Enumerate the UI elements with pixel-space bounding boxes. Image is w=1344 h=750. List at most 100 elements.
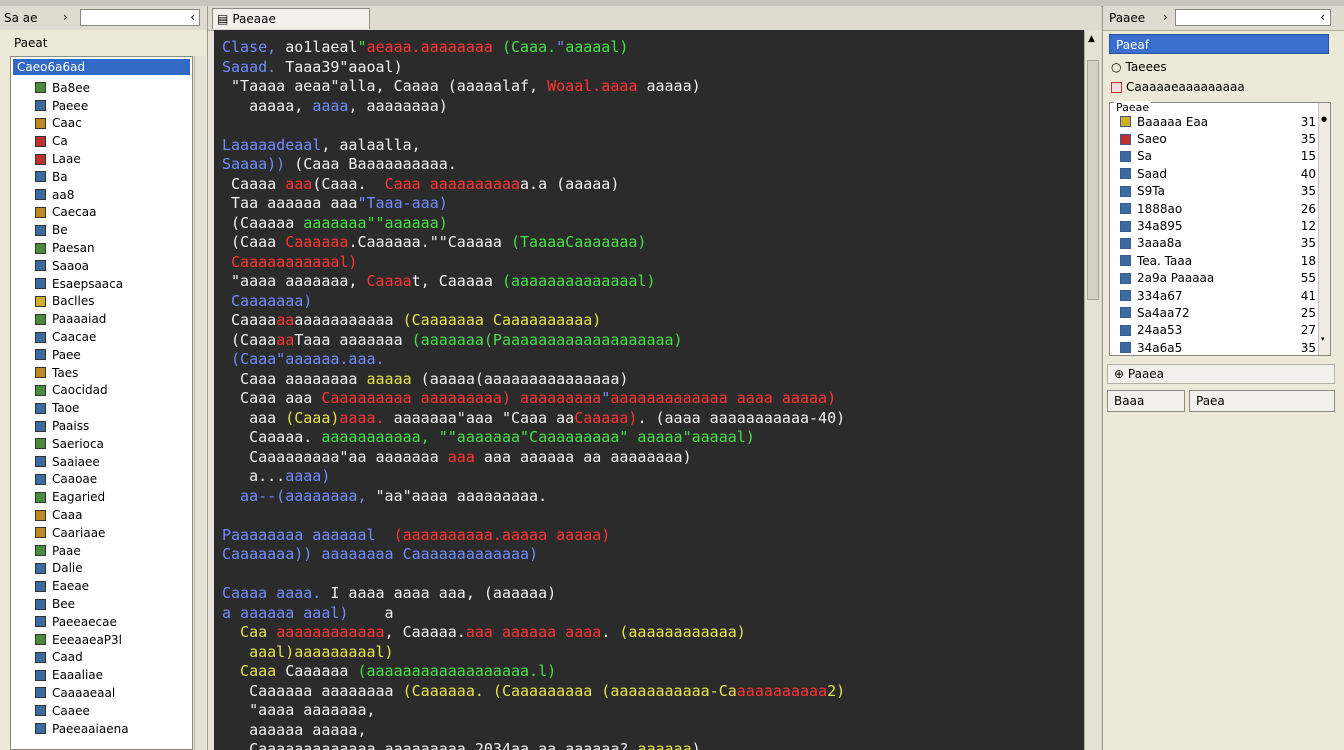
tree-item[interactable]: Laae — [35, 150, 129, 168]
tree-item[interactable]: Paaiss — [35, 417, 129, 435]
code-line[interactable]: Caaaaaaaaaaaaaaaaa (Caaaaaaa Caaaaaaaaaa… — [222, 311, 845, 331]
code-line[interactable]: aaal)aaaaaaaaal) — [222, 643, 845, 663]
tree-item[interactable]: Eaeae — [35, 577, 129, 595]
code-line[interactable]: (Caaaaa aaaaaaa""aaaaaa) — [222, 214, 845, 234]
list-item[interactable]: Sa 15 — [1120, 148, 1316, 165]
right-option-1[interactable]: ○ Taeees — [1111, 60, 1167, 74]
tree-item[interactable]: Caad — [35, 649, 129, 667]
list-item[interactable]: Saeo 35 — [1120, 130, 1316, 147]
tree-item[interactable]: Bee — [35, 595, 129, 613]
tree-item[interactable]: Paaaaiad — [35, 310, 129, 328]
left-scrollbar[interactable] — [194, 56, 206, 750]
list-item[interactable]: 2a9a Paaaaa 55 — [1120, 270, 1316, 287]
list-item[interactable]: Sa4aa72 25 — [1120, 304, 1316, 321]
list-item[interactable]: S9Ta 35 — [1120, 183, 1316, 200]
code-line[interactable]: Caaa aaa Caaaaaaaaa aaaaaaaaa) aaaaaaaaa… — [222, 389, 845, 409]
list-item[interactable]: 24aa53 27 — [1120, 322, 1316, 339]
chevron-right-icon[interactable]: › — [1163, 10, 1168, 24]
code-line[interactable]: Caaaaa. aaaaaaaaaaa, ""aaaaaaa"Caaaaaaaa… — [222, 428, 845, 448]
code-line[interactable]: a aaaaaa aaal) a — [222, 604, 845, 624]
tree-item[interactable]: Ca — [35, 132, 129, 150]
tree-item[interactable]: Paae — [35, 542, 129, 560]
code-line[interactable]: "aaaa aaaaaaa, Caaaat, Caaaaa (aaaaaaaaa… — [222, 272, 845, 292]
code-line[interactable]: "aaaa aaaaaaa, — [222, 701, 845, 721]
code-line[interactable] — [222, 506, 845, 526]
left-search-input[interactable]: ‹ — [80, 9, 200, 26]
code-line[interactable]: Taa aaaaaa aaa"Taaa-aaa) — [222, 194, 845, 214]
tree-item[interactable]: Paee — [35, 346, 129, 364]
tree-item[interactable]: Caecaa — [35, 204, 129, 222]
tree-item[interactable]: Be — [35, 221, 129, 239]
tree-item[interactable]: Taoe — [35, 399, 129, 417]
tree-item[interactable]: Caocidad — [35, 382, 129, 400]
code-line[interactable]: Caaaaaa aaaaaaaa (Caaaaaa. (Caaaaaaaaa (… — [222, 682, 845, 702]
chevron-right-icon[interactable]: › — [63, 10, 68, 24]
code-line[interactable]: aaaaaa aaaaa, — [222, 721, 845, 741]
code-line[interactable]: Caaaaaaaaaaal) — [222, 253, 845, 273]
code-line[interactable]: Clase, ao1laeal"aeaaa.aaaaaaaa (Caaa."aa… — [222, 38, 845, 58]
list-item[interactable]: 34a6a5 35 — [1120, 339, 1316, 356]
code-line[interactable]: aaa (Caaa)aaaa. aaaaaaa"aaa "Caaa aaCaaa… — [222, 409, 845, 429]
code-line[interactable]: Caaaaaaaaaaaaa aaaaaaaaa 2034aa aa aaaaa… — [222, 740, 845, 750]
tree-item[interactable]: Caaa — [35, 506, 129, 524]
editor-scrollbar[interactable]: ▲ — [1084, 30, 1101, 750]
list-item[interactable]: Saad 40 — [1120, 165, 1316, 182]
code-line[interactable]: Caaaaaaaaa"aa aaaaaaa aaa aaa aaaaaa aa … — [222, 448, 845, 468]
tree-root-selected[interactable]: Caeo6a6ad — [13, 59, 190, 75]
right-selected-item[interactable]: Paeaf — [1109, 34, 1329, 54]
code-line[interactable]: Caaa aaaaaaaa aaaaa (aaaaa(aaaaaaaaaaaaa… — [222, 370, 845, 390]
tree-item[interactable]: aa8 — [35, 186, 129, 204]
code-line[interactable]: Caaaa aaaa. I aaaa aaaa aaa, (aaaaaa) — [222, 584, 845, 604]
list-item[interactable]: Tea. Taaa 18 — [1120, 252, 1316, 269]
tree-item[interactable]: Caaoae — [35, 471, 129, 489]
tree-item[interactable]: Paesan — [35, 239, 129, 257]
code-line[interactable] — [222, 116, 845, 136]
tree-item[interactable]: Saaiaee — [35, 453, 129, 471]
tree-item[interactable]: Caaee — [35, 702, 129, 720]
code-line[interactable]: a...aaaa) — [222, 467, 845, 487]
list-item[interactable]: 1888ao 26 — [1120, 200, 1316, 217]
scroll-down-icon[interactable]: ▾ — [1321, 335, 1325, 343]
tree-item[interactable]: Saaoa — [35, 257, 129, 275]
code-line[interactable]: Saaaa)) (Caaa Baaaaaaaaaa. — [222, 155, 845, 175]
code-line[interactable]: Laaaaadeaal, aalaalla, — [222, 136, 845, 156]
right-button-1[interactable]: Baaa — [1107, 390, 1185, 412]
list-item[interactable]: 34a895 12 — [1120, 217, 1316, 234]
tree-item[interactable]: Ba — [35, 168, 129, 186]
tree-item[interactable]: Taes — [35, 364, 129, 382]
tree-item[interactable]: Paeeaaiaena — [35, 720, 129, 738]
right-list-scrollbar[interactable]: ● ▾ — [1318, 103, 1330, 355]
editor-scroll-thumb[interactable] — [1087, 60, 1099, 300]
tree-item[interactable]: Dalie — [35, 560, 129, 578]
right-group-list[interactable]: Paeae Baaaaa Eaa 31 Saeo 35 Sa 15 Saad 40 S9Ta 35… — [1109, 101, 1331, 356]
tree-item[interactable]: Baclles — [35, 293, 129, 311]
list-item[interactable]: 334a67 41 — [1120, 287, 1316, 304]
tree-item[interactable]: Eagaried — [35, 488, 129, 506]
tree-item[interactable]: Esaepsaaca — [35, 275, 129, 293]
right-toolbar-label[interactable]: Paaee — [1109, 11, 1145, 25]
code-line[interactable]: Caaaaaaa) — [222, 292, 845, 312]
tree-item[interactable]: Eaaaliae — [35, 666, 129, 684]
list-item[interactable]: 3aaa8a 35 — [1120, 235, 1316, 252]
code-line[interactable]: Caaaa aaa(Caaa. Caaa aaaaaaaaaaa.a (aaaa… — [222, 175, 845, 195]
left-toolbar-label[interactable]: Sa ae — [4, 11, 38, 25]
tree-item[interactable]: EeeaaeaP3l — [35, 631, 129, 649]
right-button-2[interactable]: Paea — [1189, 390, 1335, 412]
right-option-2[interactable]: Caaaaaeaaaaaaaaa — [1111, 80, 1245, 94]
tree-item[interactable]: Paeee — [35, 97, 129, 115]
code-line[interactable]: Saaad. Taaa39"aaoal) — [222, 58, 845, 78]
scroll-up-icon[interactable]: ▲ — [1088, 34, 1095, 44]
code-line[interactable]: (Caaa"aaaaaa.aaa. — [222, 350, 845, 370]
project-tree[interactable]: Caeo6a6ad Ba8ee Paeee Caac Ca Laae Ba aa8 Caeca… — [10, 56, 193, 750]
radio-icon[interactable]: ○ — [1111, 60, 1121, 74]
code-line[interactable]: Caa aaaaaaaaaaaa, Caaaaa.aaa aaaaaa aaaa… — [222, 623, 845, 643]
chevron-left-icon[interactable]: ‹ — [190, 10, 195, 24]
code-line[interactable]: Caaaaaaa)) aaaaaaaa Caaaaaaaaaaaaa) — [222, 545, 845, 565]
list-item[interactable]: Baaaaa Eaa 31 — [1120, 113, 1316, 130]
tree-item[interactable]: Caacae — [35, 328, 129, 346]
tree-item[interactable]: Saerioca — [35, 435, 129, 453]
code-line[interactable]: aa--(aaaaaaaa, "aa"aaaa aaaaaaaaa. — [222, 487, 845, 507]
code-line[interactable]: Paaaaaaaa aaaaaal (aaaaaaaaaa.aaaaa aaaa… — [222, 526, 845, 546]
code-line[interactable]: (CaaaaaTaaa aaaaaaa (aaaaaaa(Paaaaaaaaaa… — [222, 331, 845, 351]
tree-item[interactable]: Caariaae — [35, 524, 129, 542]
